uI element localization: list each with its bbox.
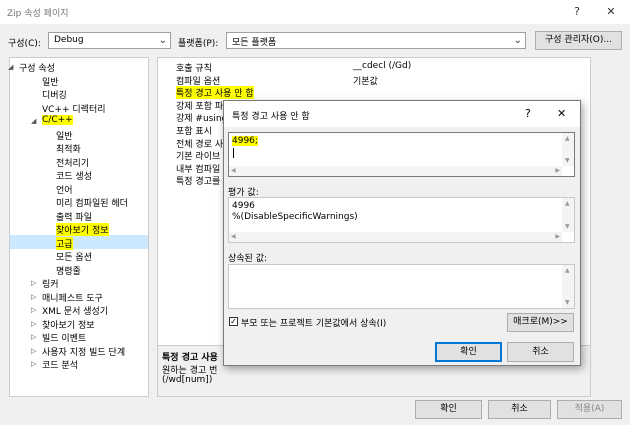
- dialog-ok-button[interactable]: 확인: [435, 342, 502, 362]
- tree-item[interactable]: 빌드 이벤트: [42, 331, 86, 344]
- ok-button[interactable]: 확인: [415, 400, 482, 419]
- tree-item[interactable]: 모든 옵션: [56, 250, 92, 263]
- platform-label: 플랫폼(P):: [178, 39, 219, 49]
- inherited-label: 상속된 값:: [228, 254, 268, 264]
- warnings-input[interactable]: 4996; ▲ ▼ ◀ ▶: [228, 132, 575, 177]
- scroll-left-icon: ◀: [231, 167, 236, 174]
- property-name[interactable]: 강제 #using: [176, 111, 227, 124]
- dialog-title-bar: 특정 경고 사용 안 함 ? ✕: [224, 101, 580, 127]
- dialog-title: 특정 경고 사용 안 함: [232, 112, 310, 122]
- property-name[interactable]: 내부 컴파일: [176, 162, 220, 175]
- scroll-left-icon: ◀: [231, 233, 236, 240]
- scroll-down-icon: ▼: [565, 299, 570, 306]
- description-title: 특정 경고 사용: [162, 353, 218, 363]
- inherited-box: ▲ ▼: [228, 264, 575, 309]
- evaluated-box: 4996 %(DisableSpecificWarnings) ▲ ▼ ◀ ▶: [228, 197, 575, 243]
- tree-item[interactable]: 최적화: [56, 142, 81, 155]
- chevron-down-icon: ⌄: [158, 35, 167, 46]
- scroll-down-icon: ▼: [565, 157, 570, 164]
- macro-button[interactable]: 매크로(M)>>: [507, 313, 574, 332]
- dialog-close-button[interactable]: ✕: [557, 107, 566, 120]
- evaluated-vscroll[interactable]: ▲ ▼: [562, 198, 574, 232]
- close-button[interactable]: ✕: [600, 3, 622, 21]
- property-tree[interactable]: ◢ 구성 속성 일반 디버깅 VC++ 디렉터리 ◢ C/C++ 일반 최적화 전처리기 코드 생성…: [8, 57, 149, 397]
- tree-item[interactable]: 디버깅: [42, 88, 67, 101]
- expanded-arrow-icon[interactable]: ◢: [31, 117, 36, 125]
- warnings-input-value: 4996;: [232, 136, 258, 146]
- tree-item[interactable]: 코드 분석: [42, 358, 78, 371]
- tree-item[interactable]: C/C++: [42, 115, 73, 125]
- dialog-help-button[interactable]: ?: [525, 107, 531, 120]
- tree-item[interactable]: 언어: [56, 183, 73, 196]
- disable-warnings-dialog: 특정 경고 사용 안 함 ? ✕ 4996; ▲ ▼ ◀ ▶ 평가 값: 499…: [223, 100, 581, 366]
- property-value[interactable]: 기본값: [353, 74, 378, 87]
- tree-item[interactable]: VC++ 디렉터리: [42, 102, 106, 115]
- inherit-checkbox[interactable]: ✓: [229, 317, 238, 326]
- tree-item[interactable]: 미리 컴파일된 헤더: [56, 196, 128, 209]
- property-value[interactable]: __cdecl (/Gd): [353, 61, 411, 71]
- inherit-checkbox-label: 부모 또는 프로젝트 기본값에서 상속(I): [241, 319, 387, 329]
- config-select-value: Debug: [54, 35, 84, 45]
- config-label: 구성(C):: [8, 39, 41, 49]
- cancel-button[interactable]: 취소: [488, 400, 551, 419]
- input-vscroll[interactable]: ▲ ▼: [562, 133, 574, 166]
- platform-select[interactable]: 모든 플랫폼 ⌄: [226, 32, 526, 49]
- scroll-right-icon: ▶: [555, 233, 560, 240]
- tree-selection: [10, 235, 148, 249]
- dialog-cancel-button[interactable]: 취소: [507, 342, 574, 362]
- tree-item[interactable]: XML 문서 생성기: [42, 304, 108, 317]
- apply-button[interactable]: 적용(A): [557, 400, 622, 419]
- property-name[interactable]: 호출 규칙: [176, 61, 212, 74]
- collapsed-arrow-icon[interactable]: ▷: [31, 333, 36, 341]
- description-line-2: (/wd[num]): [162, 375, 213, 385]
- chevron-down-icon: ⌄: [513, 35, 522, 46]
- config-select[interactable]: Debug ⌄: [48, 32, 171, 49]
- collapsed-arrow-icon[interactable]: ▷: [31, 320, 36, 328]
- collapsed-arrow-icon[interactable]: ▷: [31, 306, 36, 314]
- tree-item[interactable]: 찾아보기 정보: [56, 223, 109, 236]
- tree-item[interactable]: 일반: [56, 129, 73, 142]
- collapsed-arrow-icon[interactable]: ▷: [31, 360, 36, 368]
- scroll-up-icon: ▲: [565, 267, 570, 274]
- evaluated-hscroll[interactable]: ◀ ▶: [229, 232, 562, 242]
- property-name[interactable]: 컴파일 옵션: [176, 74, 220, 87]
- window-title: Zip 속성 페이지: [7, 9, 69, 19]
- property-name[interactable]: 기본 라이브: [176, 149, 220, 162]
- platform-select-value: 모든 플랫폼: [232, 38, 277, 48]
- tree-item[interactable]: 구성 속성: [19, 61, 55, 74]
- property-name[interactable]: 특정 경고를: [176, 174, 220, 187]
- tree-item[interactable]: 일반: [42, 75, 59, 88]
- text-cursor: [233, 148, 234, 158]
- tree-item[interactable]: 고급: [56, 236, 73, 250]
- scroll-down-icon: ▼: [565, 223, 570, 230]
- tree-item[interactable]: 찾아보기 정보: [42, 318, 95, 331]
- inherited-vscroll[interactable]: ▲ ▼: [562, 265, 574, 308]
- property-name[interactable]: 전체 경로 사: [176, 137, 223, 150]
- collapsed-arrow-icon[interactable]: ▷: [31, 279, 36, 287]
- scroll-up-icon: ▲: [565, 200, 570, 207]
- help-button[interactable]: ?: [566, 3, 588, 21]
- scroll-up-icon: ▲: [565, 135, 570, 142]
- collapsed-arrow-icon[interactable]: ▷: [31, 293, 36, 301]
- property-name[interactable]: 포함 표시: [176, 124, 212, 137]
- tree-item[interactable]: 출력 파일: [56, 210, 92, 223]
- input-hscroll[interactable]: ◀ ▶: [229, 166, 562, 176]
- tree-item[interactable]: 링커: [42, 277, 59, 290]
- property-name[interactable]: 강제 포함 파: [176, 99, 223, 112]
- tree-item[interactable]: 사용자 지정 빌드 단계: [42, 345, 125, 358]
- collapsed-arrow-icon[interactable]: ▷: [31, 347, 36, 355]
- scroll-right-icon: ▶: [555, 167, 560, 174]
- tree-item[interactable]: 코드 생성: [56, 169, 92, 182]
- tree-item[interactable]: 전처리기: [56, 156, 89, 169]
- tree-item[interactable]: 명령줄: [56, 264, 81, 277]
- evaluated-line-1: 4996: [232, 201, 255, 211]
- expanded-arrow-icon[interactable]: ◢: [8, 63, 13, 71]
- title-bar: Zip 속성 페이지 ? ✕: [0, 0, 630, 24]
- property-name[interactable]: 특정 경고 사용 안 함: [176, 86, 254, 100]
- evaluated-line-2: %(DisableSpecificWarnings): [232, 212, 358, 222]
- config-manager-button[interactable]: 구성 관리자(O)...: [535, 31, 622, 50]
- tree-item[interactable]: 매니페스트 도구: [42, 291, 103, 304]
